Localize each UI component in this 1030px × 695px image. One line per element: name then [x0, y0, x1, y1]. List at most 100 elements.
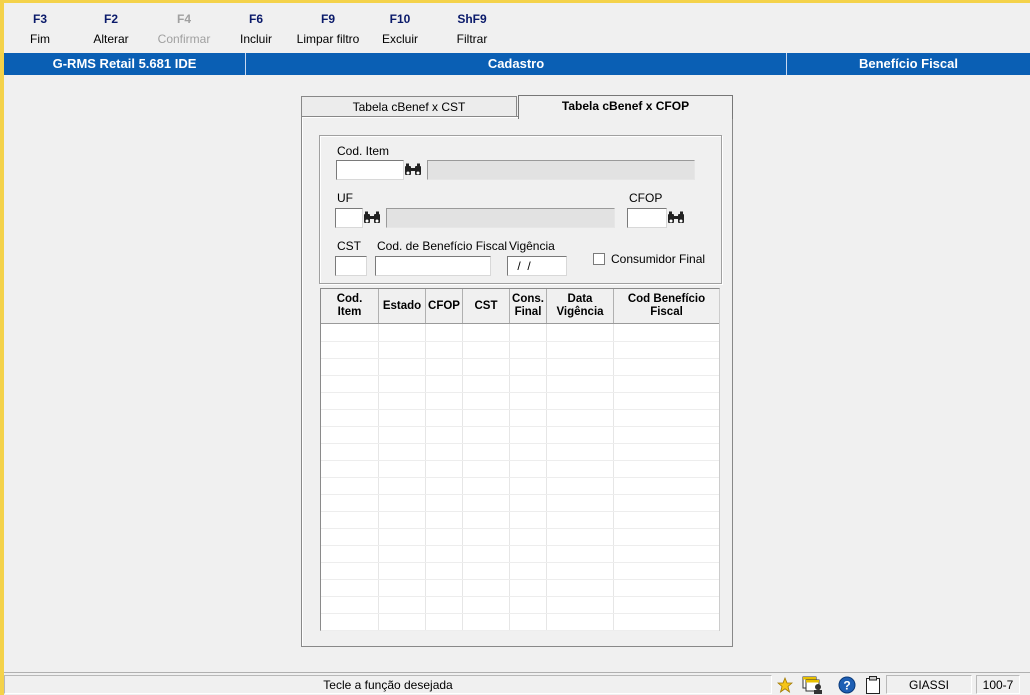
column-header-line1: Cod Benefício [627, 293, 706, 305]
window-top-border [0, 0, 1030, 3]
table-row [321, 426, 719, 427]
status-message: Tecle a função desejada [4, 675, 772, 694]
column-header-cod-beneficio-fiscal[interactable]: Cod Benefício Fiscal [614, 289, 719, 323]
grid-header: Cod. Item Estado CFOP CST Cons. Final Data… [321, 289, 719, 324]
f10-label: Excluir [381, 32, 418, 46]
table-row [321, 477, 719, 478]
f4-confirmar-button[interactable]: F4 Confirmar [152, 12, 216, 46]
table-row [321, 562, 719, 563]
table-row [321, 358, 719, 359]
column-header-line1: Data [567, 293, 593, 305]
consumidor-final-label[interactable]: Consumidor Final [611, 252, 705, 266]
column-header-data-vigencia[interactable]: Data Vigência [547, 289, 614, 323]
f4-key: F4 [176, 12, 191, 26]
binoculars-icon [668, 211, 684, 223]
f2-alterar-button[interactable]: F2 Alterar [86, 12, 136, 46]
column-header-line2: Fiscal [650, 306, 683, 318]
f6-incluir-button[interactable]: F6 Incluir [232, 12, 280, 46]
tab-cbenef-cfop[interactable]: Tabela cBenef x CFOP [518, 95, 733, 119]
table-row [321, 443, 719, 444]
cod-item-input[interactable] [336, 160, 404, 180]
column-header-line1: CST [474, 299, 498, 312]
f10-key: F10 [389, 12, 411, 26]
windows-user-icon [802, 676, 822, 694]
f6-key: F6 [248, 12, 263, 26]
f2-label: Alterar [93, 32, 129, 46]
clipboard-button[interactable] [862, 674, 884, 695]
table-row [321, 545, 719, 546]
cfop-search-button[interactable] [666, 208, 686, 228]
cfop-label: CFOP [629, 191, 663, 205]
vigencia-date-input[interactable]: / / [507, 256, 567, 276]
column-header-cfop[interactable]: CFOP [426, 289, 463, 323]
uf-description [386, 208, 615, 228]
column-header-estado[interactable]: Estado [379, 289, 426, 323]
binoculars-icon [364, 211, 380, 223]
window-left-border [0, 0, 4, 695]
cod-beneficio-label: Cod. de Benefício Fiscal [377, 239, 508, 253]
shf9-label: Filtrar [456, 32, 488, 46]
title-bar: G-RMS Retail 5.681 IDE Cadastro Benefíci… [4, 53, 1030, 75]
uf-label: UF [337, 191, 353, 205]
tab-cbenef-cst[interactable]: Tabela cBenef x CST [301, 96, 517, 118]
column-header-cst[interactable]: CST [463, 289, 510, 323]
table-row [321, 596, 719, 597]
results-grid[interactable]: Cod. Item Estado CFOP CST Cons. Final Data… [320, 288, 720, 631]
column-header-cons-final[interactable]: Cons. Final [510, 289, 547, 323]
cod-item-search-button[interactable] [403, 160, 423, 180]
f9-limpar-filtro-button[interactable]: F9 Limpar filtro [290, 12, 366, 46]
module-title: Cadastro [245, 53, 786, 75]
table-row [321, 630, 719, 631]
f3-key: F3 [32, 12, 47, 26]
column-header-line1: CFOP [428, 299, 460, 312]
table-row [321, 375, 719, 376]
terminal-code: 100-7 [976, 675, 1020, 694]
table-row [321, 494, 719, 495]
f9-key: F9 [320, 12, 335, 26]
column-header-line2: Item [337, 306, 362, 318]
consumidor-final-checkbox[interactable] [593, 253, 605, 265]
cst-input[interactable] [335, 256, 367, 276]
column-header-cod-item[interactable]: Cod. Item [321, 289, 379, 323]
help-button[interactable]: ? [836, 674, 858, 695]
vigencia-label: Vigência [509, 239, 555, 253]
shf9-key: ShF9 [457, 12, 487, 26]
column-header-line2: Vigência [556, 306, 604, 318]
cod-item-description [427, 160, 695, 180]
star-icon [777, 676, 793, 693]
cst-label: CST [337, 239, 361, 253]
shf9-filtrar-button[interactable]: ShF9 Filtrar [446, 12, 498, 46]
f6-label: Incluir [239, 32, 272, 46]
f2-key: F2 [103, 12, 118, 26]
table-row [321, 613, 719, 614]
table-row [321, 460, 719, 461]
favorites-star-button[interactable] [774, 674, 796, 695]
table-row [321, 341, 719, 342]
column-header-line2: Final [514, 306, 542, 318]
clipboard-icon [866, 675, 880, 694]
table-row [321, 511, 719, 512]
status-bar: Tecle a função desejada ? GIASSI 100-7 [4, 672, 1030, 695]
cfop-input[interactable] [627, 208, 667, 228]
table-row [321, 528, 719, 529]
cod-beneficio-input[interactable] [375, 256, 491, 276]
screen-title: Benefício Fiscal [786, 53, 1030, 75]
f4-label: Confirmar [157, 32, 211, 46]
help-icon: ? [838, 676, 856, 693]
column-header-line1: Cons. [512, 293, 544, 305]
windows-user-button[interactable] [800, 674, 826, 695]
f3-label: Fim [30, 32, 50, 46]
table-row [321, 392, 719, 393]
f3-fim-button[interactable]: F3 Fim [20, 12, 60, 46]
cod-item-label: Cod. Item [337, 144, 390, 158]
f10-excluir-button[interactable]: F10 Excluir [376, 12, 424, 46]
svg-text:?: ? [843, 678, 850, 692]
uf-input[interactable] [335, 208, 363, 228]
app-title: G-RMS Retail 5.681 IDE [52, 56, 197, 71]
table-row [321, 579, 719, 580]
table-row [321, 409, 719, 410]
column-header-line1: Estado [382, 299, 422, 312]
binoculars-icon [405, 163, 421, 175]
f9-label: Limpar filtro [296, 32, 360, 46]
uf-search-button[interactable] [362, 208, 382, 228]
